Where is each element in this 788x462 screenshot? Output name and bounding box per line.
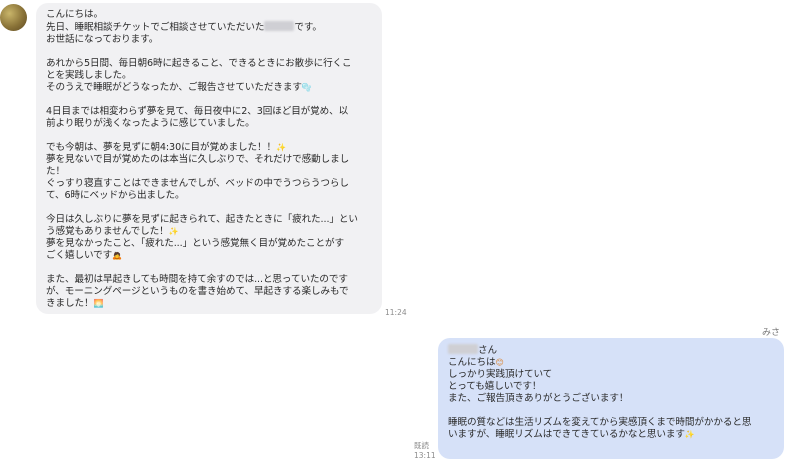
incoming-line: とを実践しました。 — [46, 70, 132, 81]
incoming-line: 4日目までは相変わらず夢を見て、毎日夜中に2、3回ほど目が覚め、以 — [46, 106, 349, 117]
incoming-line: 前より眠りが浅くなったように感じていました。 — [46, 118, 255, 129]
incoming-line: て、6時にベッドから出ました。 — [46, 190, 185, 201]
incoming-line: あれから5日間、毎日朝6時に起きること、できるときにお散歩に行くこ — [46, 58, 352, 69]
incoming-line: また、最初は早起きしても時間を持て余すのでは...と思っていたのです — [46, 274, 348, 285]
incoming-line: ごく嬉しいです🙇 — [46, 250, 123, 261]
outgoing-line: さん — [448, 344, 774, 357]
incoming-line — [46, 262, 372, 274]
incoming-line: ぐっすり寝直すことはできませんでしが、ベッドの中でうつらうつらし — [46, 178, 349, 189]
incoming-line: そのうえで睡眠がどうなったか、ご報告させていただきます🫧 — [46, 82, 312, 93]
incoming-line: きました！🌅 — [46, 298, 104, 309]
sparkles-emoji-icon: ✨ — [168, 227, 179, 236]
outgoing-line: また、ご報告頂きありがとうございます！ — [448, 393, 629, 404]
outgoing-line: しっかり実践頂けていて — [448, 369, 553, 380]
outgoing-message-bubble: さん こんにちは😊 しっかり実践頂けていて とっても嬉しいです！ また、ご報告頂… — [438, 338, 784, 459]
sparkles-emoji-icon: ✨ — [684, 430, 695, 439]
outgoing-line: 睡眠の質などは生活リズムを変えてから実感頂くまで時間がかかると思 — [448, 417, 752, 428]
outgoing-sender-name: みさ — [762, 328, 781, 338]
incoming-line — [46, 202, 372, 214]
redacted-name — [448, 344, 478, 354]
incoming-line: こんにちは。 — [46, 9, 103, 20]
incoming-line — [46, 130, 372, 142]
smile-emoji-icon: 😊 — [495, 358, 504, 367]
bubbles-emoji-icon: 🫧 — [301, 83, 312, 92]
incoming-line: 先日、睡眠相談チケットでご相談させていただいた です。 — [46, 21, 322, 33]
incoming-line: た！ — [46, 166, 65, 177]
incoming-line: う感覚もありませんでした！✨ — [46, 226, 179, 237]
incoming-line: 夢を見ないで目が覚めたのは本当に久しぶりで、それだけで感動しまし — [46, 154, 350, 165]
sender-avatar[interactable] — [0, 4, 27, 31]
incoming-line: が、モーニングページというものを書き始めて、早起きする楽しみもで — [46, 286, 349, 297]
outgoing-line — [448, 405, 774, 417]
outgoing-line: こんにちは😊 — [448, 357, 504, 368]
outgoing-line: いますが、睡眠リズムはできてきているかなと思います✨ — [448, 429, 695, 440]
incoming-line: でも今朝は、夢を見ずに朝4:30に目が覚めました！！✨ — [46, 142, 286, 153]
redacted-name — [264, 21, 295, 31]
incoming-line: 夢を見なかったこと、「疲れた...」という感覚無く目が覚めたことがす — [46, 238, 344, 249]
incoming-line — [46, 46, 372, 58]
incoming-line: お世話になっております。 — [46, 34, 159, 45]
outgoing-line: とっても嬉しいです！ — [448, 381, 542, 392]
sparkles-emoji-icon: ✨ — [276, 143, 286, 152]
bowing-person-emoji-icon: 🙇 — [112, 251, 123, 260]
incoming-timestamp: 11:24 — [385, 308, 407, 317]
incoming-line — [46, 94, 372, 106]
incoming-line: 今日は久しぶりに夢を見ずに起きられて、起きたときに「疲れた...」とい — [46, 214, 358, 225]
sunrise-emoji-icon: 🌅 — [93, 299, 104, 308]
outgoing-timestamp: 13:11 — [414, 451, 436, 460]
read-receipt: 既読 — [414, 441, 429, 450]
incoming-message-bubble: こんにちは。 先日、睡眠相談チケットでご相談させていただいた です。 お世話になっ… — [36, 3, 382, 314]
